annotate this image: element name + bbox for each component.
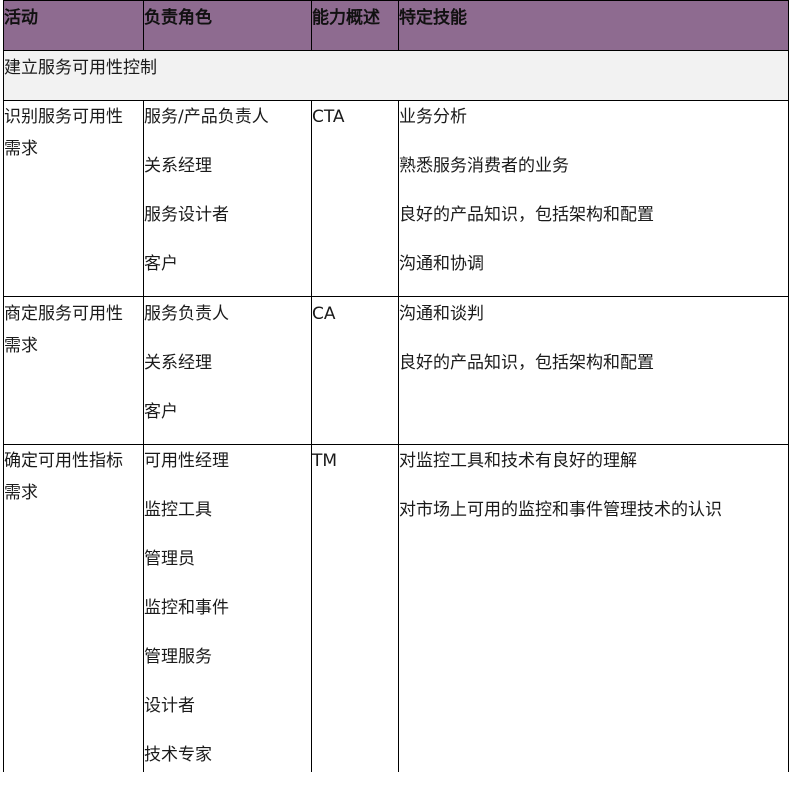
list-item: 服务设计者 (144, 205, 229, 225)
grid-line (3, 100, 789, 101)
list-item: 熟悉服务消费者的业务 (399, 156, 569, 176)
row1-skills: 业务分析 熟悉服务消费者的业务 良好的产品知识，包括架构和配置 沟通和协调 (399, 107, 654, 303)
grid-line (3, 0, 789, 1)
header-skills: 特定技能 (399, 8, 467, 28)
row3-competency: TM (312, 451, 338, 471)
list-item: 监控工具 (144, 500, 212, 520)
grid-line (788, 0, 789, 772)
table-header-row (3, 0, 788, 50)
list-item: 设计者 (144, 696, 195, 716)
row2-activity-line1: 商定服务可用性 (4, 304, 123, 324)
list-item: 客户 (144, 402, 178, 422)
list-item: 技术专家 (144, 745, 212, 765)
grid-line (3, 444, 789, 445)
list-item: 客户 (144, 254, 178, 274)
row3-activity-line1: 确定可用性指标 (4, 451, 123, 471)
grid-line (3, 296, 789, 297)
header-competency: 能力概述 (312, 8, 380, 28)
header-activity: 活动 (4, 8, 38, 28)
list-item: 可用性经理 (144, 451, 229, 471)
capability-table: 活动 负责角色 能力概述 特定技能 建立服务可用性控制 识别服务可用性 需求 服… (0, 0, 791, 772)
row2-roles: 服务负责人 关系经理 客户 (144, 304, 229, 451)
list-item: 沟通和协调 (399, 254, 484, 274)
list-item: 良好的产品知识，包括架构和配置 (399, 205, 654, 225)
row3-roles: 可用性经理 监控工具 管理员 监控和事件 管理服务 设计者 技术专家 (144, 451, 229, 794)
section-title: 建立服务可用性控制 (4, 58, 157, 78)
list-item: 管理员 (144, 549, 195, 569)
row3-skills: 对监控工具和技术有良好的理解 对市场上可用的监控和事件管理技术的认识 (399, 451, 722, 549)
list-item: 业务分析 (399, 107, 467, 127)
list-item: 良好的产品知识，包括架构和配置 (399, 353, 654, 373)
list-item: 沟通和谈判 (399, 304, 484, 324)
header-roles: 负责角色 (144, 8, 212, 28)
row2-skills: 沟通和谈判 良好的产品知识，包括架构和配置 (399, 304, 654, 402)
list-item: 对监控工具和技术有良好的理解 (399, 451, 637, 471)
list-item: 对市场上可用的监控和事件管理技术的认识 (399, 500, 722, 520)
row1-activity-line1: 识别服务可用性 (4, 107, 123, 127)
row1-roles: 服务/产品负责人 关系经理 服务设计者 客户 (144, 107, 269, 303)
list-item: 关系经理 (144, 156, 212, 176)
list-item: 管理服务 (144, 647, 212, 667)
grid-line (3, 50, 789, 51)
row2-activity-line2: 需求 (4, 336, 38, 356)
grid-line (311, 100, 312, 772)
row2-competency: CA (312, 304, 336, 324)
row1-activity-line2: 需求 (4, 139, 38, 159)
list-item: 监控和事件 (144, 598, 229, 618)
row3-activity-line2: 需求 (4, 483, 38, 503)
list-item: 关系经理 (144, 353, 212, 373)
row1-competency: CTA (312, 107, 345, 127)
list-item: 服务/产品负责人 (144, 107, 269, 127)
list-item: 服务负责人 (144, 304, 229, 324)
